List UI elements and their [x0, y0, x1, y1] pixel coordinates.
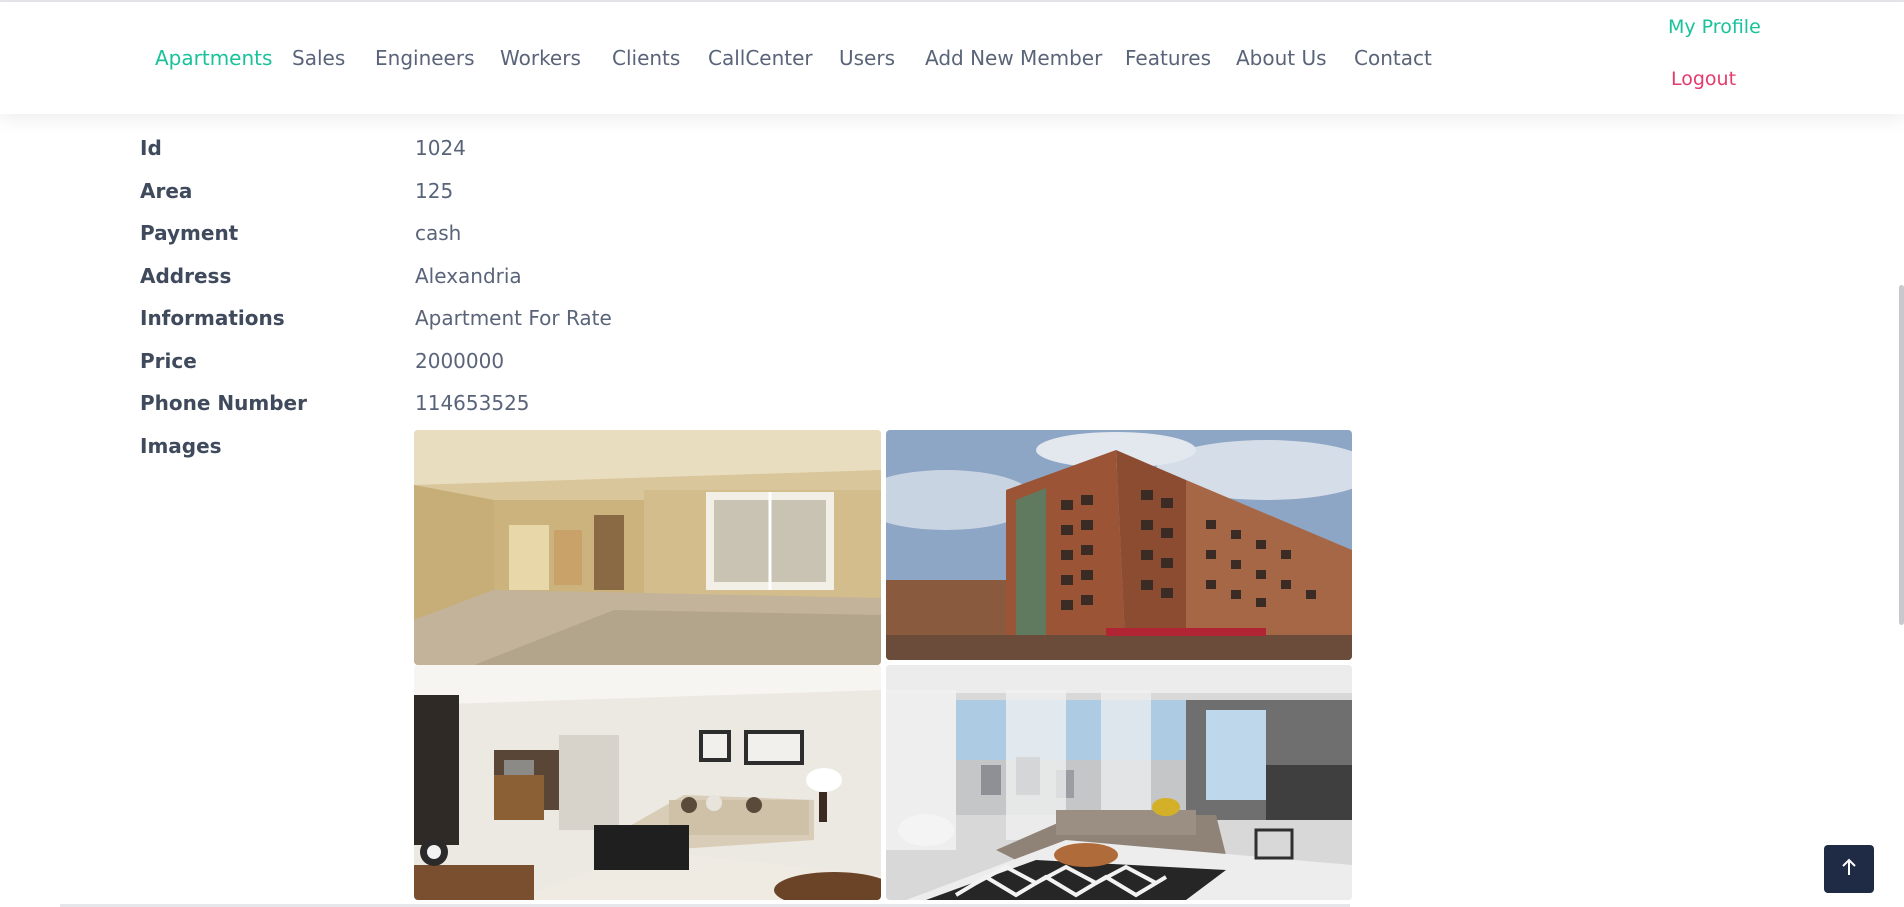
apartment-image-4[interactable] [886, 665, 1352, 900]
detail-row-id: Id 1024 [0, 136, 1400, 176]
detail-row-price: Price 2000000 [0, 349, 1400, 389]
detail-value: 1024 [415, 136, 466, 160]
main-navbar: Apartments Sales Engineers Workers Clien… [0, 2, 1904, 114]
nav-add-new-member[interactable]: Add New Member [925, 46, 1102, 70]
detail-row-payment: Payment cash [0, 221, 1400, 261]
arrow-up-icon [1838, 856, 1860, 882]
detail-row-informations: Informations Apartment For Rate [0, 306, 1400, 346]
page-scrollbar[interactable] [1899, 285, 1904, 625]
detail-row-address: Address Alexandria [0, 264, 1400, 304]
detail-label: Id [140, 136, 162, 160]
detail-value: cash [415, 221, 462, 245]
detail-value: 125 [415, 179, 454, 203]
nav-sales[interactable]: Sales [292, 46, 345, 70]
nav-workers[interactable]: Workers [500, 46, 581, 70]
apartment-image-2[interactable] [886, 430, 1352, 660]
apartment-image-3[interactable] [414, 665, 881, 900]
nav-apartments[interactable]: Apartments [155, 46, 272, 70]
nav-callcenter[interactable]: CallCenter [708, 46, 813, 70]
nav-clients[interactable]: Clients [612, 46, 680, 70]
logout-link[interactable]: Logout [1671, 68, 1736, 90]
detail-row-area: Area 125 [0, 179, 1400, 219]
detail-label: Images [140, 434, 222, 458]
detail-value: 114653525 [415, 391, 530, 415]
detail-label: Area [140, 179, 193, 203]
nav-about-us[interactable]: About Us [1236, 46, 1327, 70]
detail-row-phone-number: Phone Number 114653525 [0, 391, 1400, 431]
my-profile-link[interactable]: My Profile [1668, 16, 1761, 38]
detail-value: Apartment For Rate [415, 306, 612, 330]
nav-features[interactable]: Features [1125, 46, 1211, 70]
detail-label: Address [140, 264, 232, 288]
nav-engineers[interactable]: Engineers [375, 46, 475, 70]
detail-value: 2000000 [415, 349, 505, 373]
apartment-image-1[interactable] [414, 430, 881, 665]
detail-label: Phone Number [140, 391, 307, 415]
detail-label: Price [140, 349, 197, 373]
detail-value: Alexandria [415, 264, 522, 288]
back-to-top-button[interactable] [1824, 845, 1874, 893]
detail-label: Informations [140, 306, 285, 330]
nav-users[interactable]: Users [839, 46, 895, 70]
detail-label: Payment [140, 221, 239, 245]
nav-contact[interactable]: Contact [1354, 46, 1432, 70]
